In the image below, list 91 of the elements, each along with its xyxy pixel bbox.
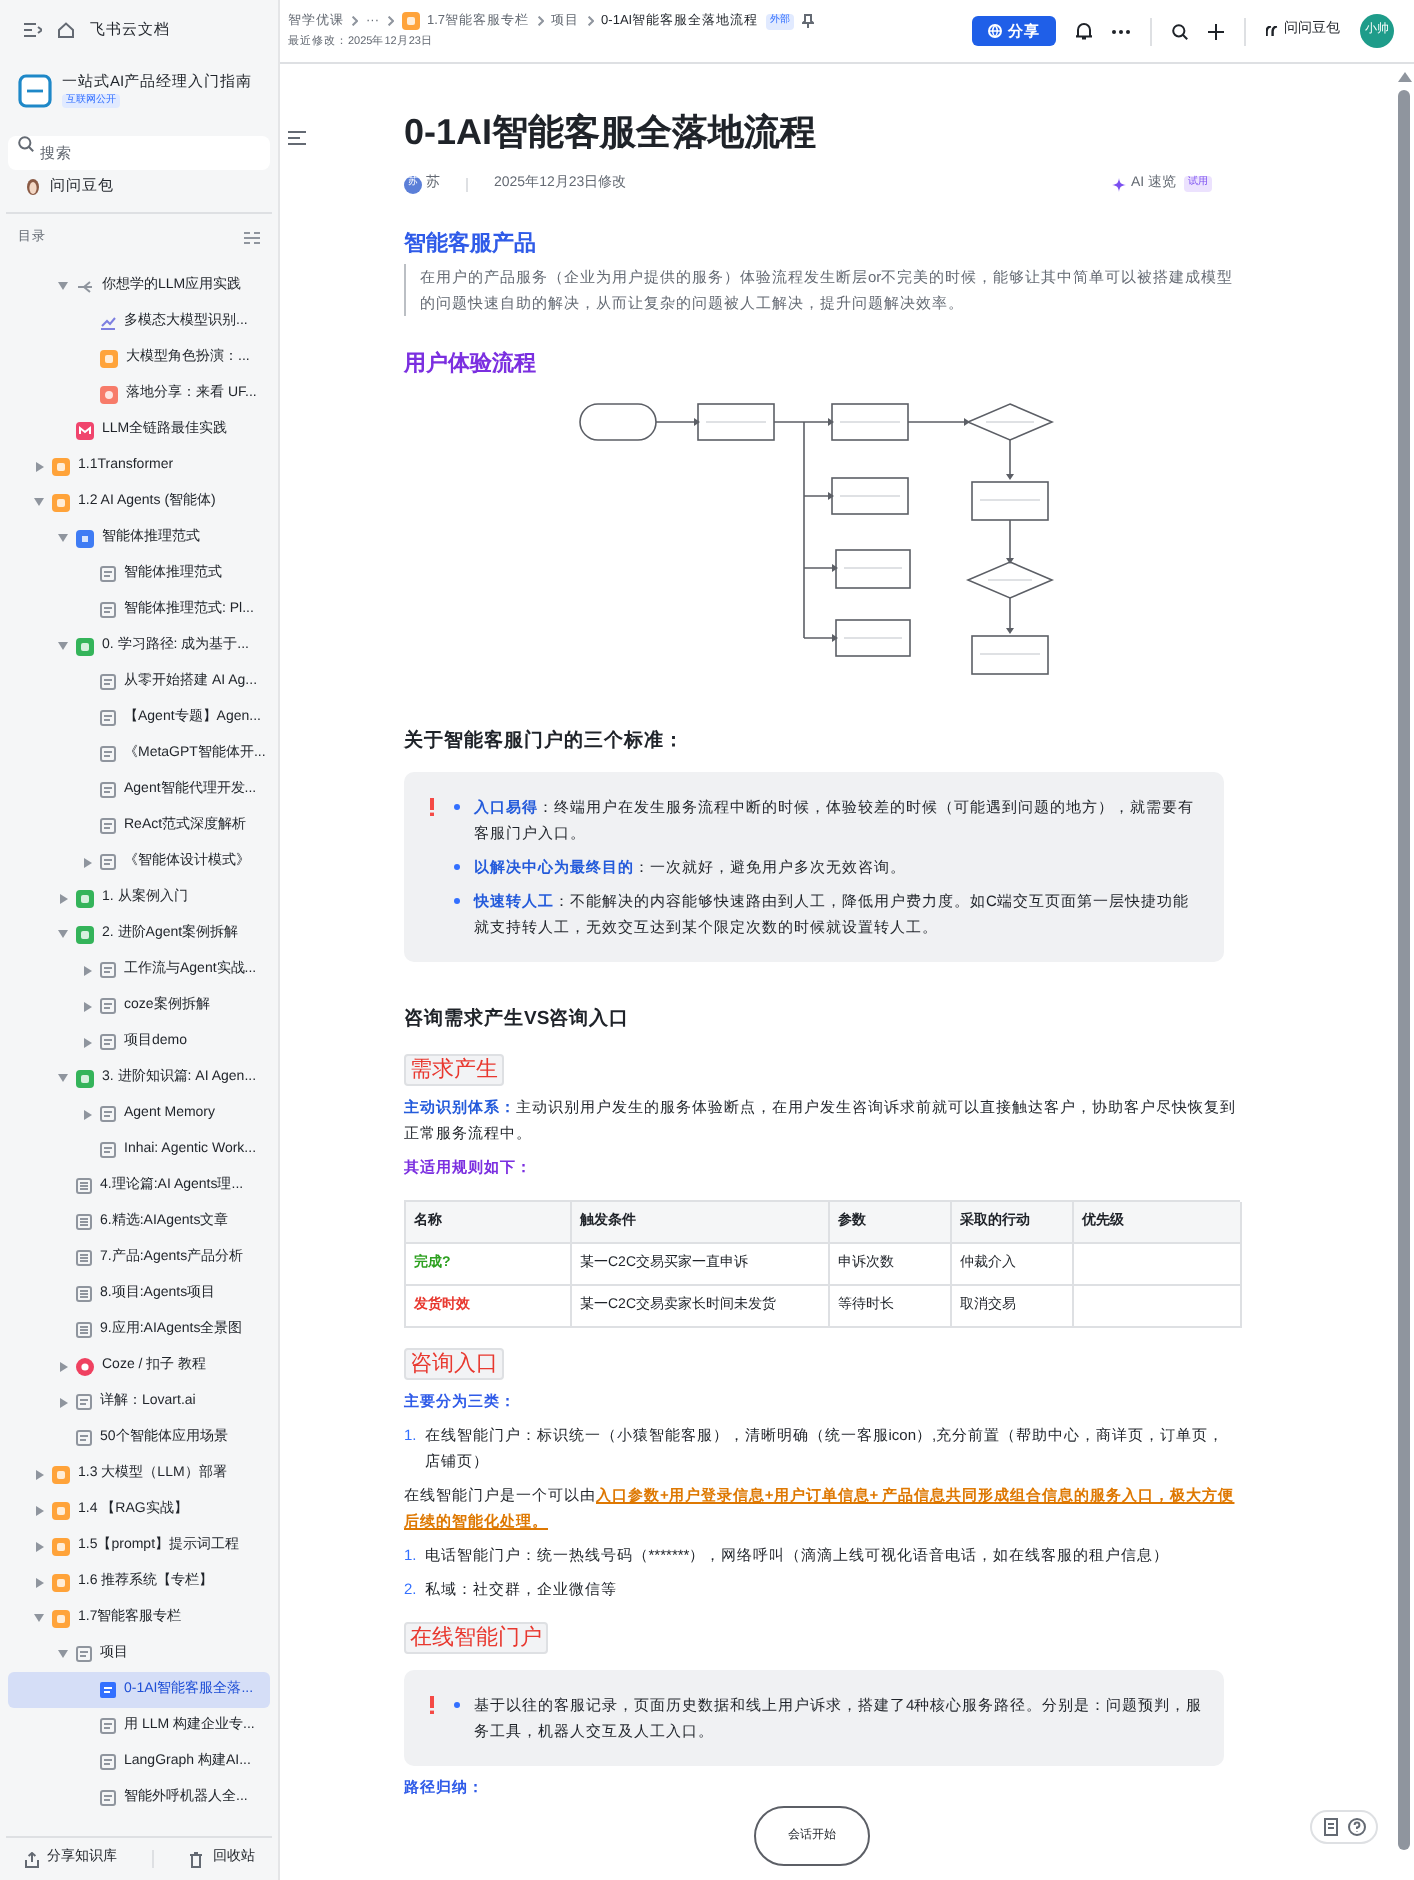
trash-icon [188,1851,205,1867]
bullet-icon [454,804,460,810]
app-icon [76,1069,94,1087]
board-icon [76,1286,92,1302]
app-icon [76,421,94,439]
caret-icon[interactable] [83,857,91,867]
document-icon [100,1682,116,1698]
list-icon[interactable] [288,130,306,146]
document-icon [100,854,116,870]
subsection-heading: 咨询需求产生VS咨询入口 [404,1006,632,1034]
caret-icon[interactable] [34,498,44,506]
globe-icon [988,24,1002,38]
document-icon [100,1718,116,1734]
document-icon [100,782,116,798]
document-icon [100,1034,116,1050]
notification-icon[interactable] [1076,22,1092,40]
scroll-up-icon[interactable] [1397,72,1411,82]
document-icon [100,1106,116,1122]
bullet-icon [454,864,460,870]
document-icon [100,746,116,762]
document-icon [100,818,116,834]
help-icon[interactable] [1348,1818,1366,1836]
app-icon [76,1357,94,1375]
app-icon [100,385,118,403]
document-icon [100,602,116,618]
space-logo-icon [18,73,52,107]
collapse-sidebar-icon[interactable] [24,22,42,38]
assistant-avatar-icon [26,177,40,195]
caret-icon[interactable] [59,1397,67,1407]
document-title: 0-1AI智能客服全落地流程 [404,110,819,156]
document-icon [76,1430,92,1446]
app-icon [76,637,94,655]
highlighted-heading: 需求产生 [404,1054,504,1086]
caret-icon[interactable] [35,1577,43,1587]
document-icon [100,1754,116,1770]
document-icon [100,1790,116,1806]
caret-icon[interactable] [83,965,91,975]
subsection-heading: 关于智能客服门户的三个标准： [404,728,686,756]
chevron-icon [387,16,393,27]
mindmap-icon [76,277,94,295]
caret-icon[interactable] [59,893,67,903]
caret-icon[interactable] [59,1361,67,1371]
caret-icon[interactable] [58,1650,68,1658]
caret-icon[interactable] [35,1541,43,1551]
app-icon [100,349,118,367]
pin-icon[interactable] [802,14,815,29]
caret-icon[interactable] [83,1001,91,1011]
caret-icon[interactable] [58,282,68,290]
home-icon[interactable] [58,22,74,38]
chart-icon [100,314,116,330]
section-heading: 智能客服产品 [404,229,538,260]
board-icon [76,1250,92,1266]
search-icon [18,135,34,151]
document-icon [100,998,116,1014]
section-heading: 用户体验流程 [404,349,538,380]
document-icon [76,1394,92,1410]
quote-icon [1266,26,1278,36]
add-icon[interactable] [1208,23,1224,39]
board-icon [76,1214,92,1230]
caret-icon[interactable] [58,930,68,938]
bullet-icon [454,1702,460,1708]
highlighted-heading: 咨询入口 [404,1348,504,1380]
search-icon[interactable] [1172,23,1188,39]
caret-icon[interactable] [83,1109,91,1119]
caret-icon[interactable] [34,1614,44,1622]
document-icon [100,962,116,978]
caret-icon[interactable] [35,461,43,471]
caret-icon[interactable] [35,1469,43,1479]
document-icon[interactable] [1322,1818,1340,1836]
board-icon [76,1178,92,1194]
caret-icon[interactable] [58,642,68,650]
document-icon [100,710,116,726]
chevron-icon [537,16,544,27]
chevron-icon [587,16,594,27]
caret-icon[interactable] [83,1037,91,1047]
sparkle-icon [1112,177,1127,191]
caret-icon[interactable] [58,1074,68,1082]
chevron-icon [352,16,358,27]
outline-options-icon[interactable] [244,232,260,244]
caret-icon[interactable] [35,1505,43,1515]
share-icon [23,1851,40,1867]
document-icon [100,1142,116,1158]
app-icon [401,12,419,31]
document-icon [100,566,116,582]
scrollbar-thumb[interactable] [1398,90,1410,1850]
caret-icon[interactable] [58,534,68,542]
bullet-icon [454,898,460,904]
document-icon [100,674,116,690]
board-icon [76,1322,92,1338]
document-icon [76,1646,92,1662]
highlighted-heading: 在线智能门户 [404,1622,548,1654]
